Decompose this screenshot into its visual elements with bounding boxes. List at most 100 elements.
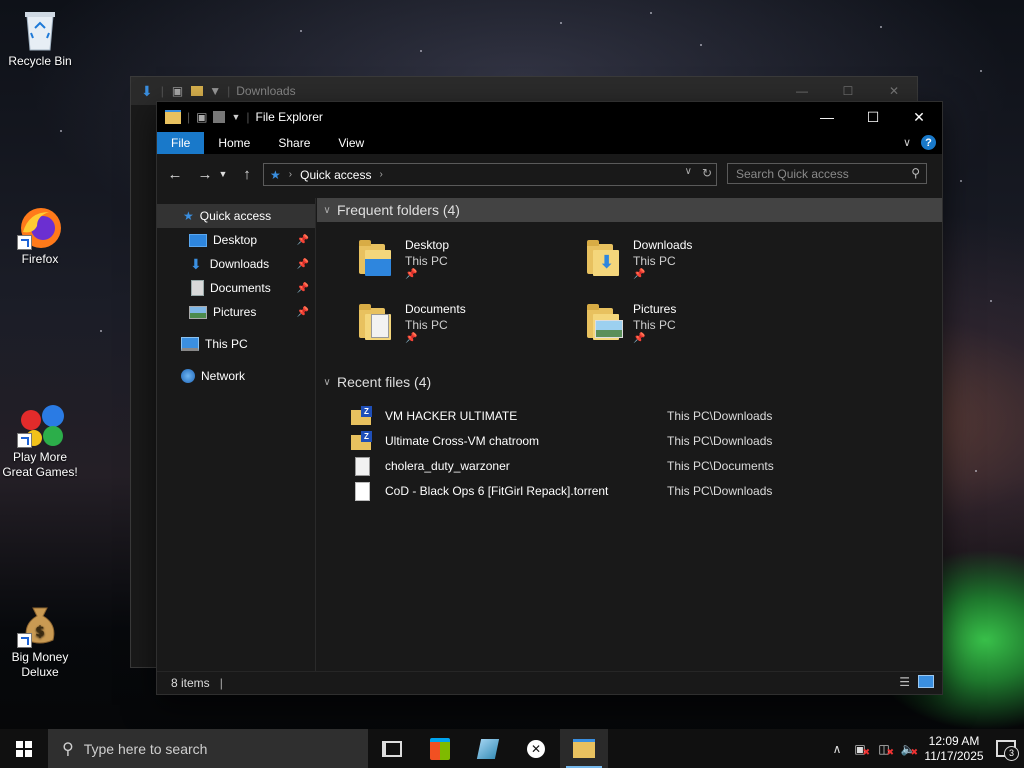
address-dropdown-chevron-icon[interactable]: ∨ [685,166,692,180]
navigation-bar: ← → ▼ ↑ ★ › Quick access › ∨ ↻ Search Qu… [157,154,942,194]
collapse-chevron-icon[interactable]: ∨ [317,377,337,388]
zip-folder-icon: Z [351,405,373,426]
pin-icon: 📌 [405,333,418,344]
frequent-folder-downloads[interactable]: ⬇ Downloads This PC 📌 [585,234,785,290]
desktop-icon-label: Firefox [21,252,59,266]
folder-icon [165,110,181,124]
new-folder-button[interactable] [213,111,226,123]
network-disconnected-icon[interactable]: ◫ ✖ [872,742,896,757]
pin-icon[interactable]: 📌 [297,283,309,294]
show-hidden-icons-chevron-icon[interactable]: ∧ [826,742,848,756]
close-button[interactable]: ✕ [896,102,942,132]
content-pane: ∨ Frequent folders (4) Desktop This PC 📌… [317,198,942,672]
nav-item-downloads[interactable]: ⬇ Downloads 📌 [157,252,315,276]
clock[interactable]: 12:09 AM 11/17/2025 [920,734,988,764]
back-arrow-icon[interactable]: ← [163,166,187,183]
pin-icon[interactable]: 📌 [297,235,309,246]
folder-name: Downloads [633,238,693,252]
desktop-folder-icon [357,238,399,278]
forward-arrow-icon[interactable]: → [193,166,217,183]
start-button[interactable] [0,729,48,768]
search-box[interactable]: Search Quick access ⚲ [727,163,927,184]
frequent-folders-header[interactable]: ∨ Frequent folders (4) [317,198,942,222]
title-bar[interactable]: | ▣ ▼ | File Explorer — ☐ ✕ [157,102,942,132]
file-name: Ultimate Cross-VM chatroom [385,433,540,448]
breadcrumb-separator-icon: › [379,169,383,180]
file-path: This PC\Downloads [667,433,773,448]
tab-home[interactable]: Home [204,132,264,154]
details-view-icon[interactable]: ☰ [899,675,910,689]
recent-file-row[interactable]: cholera_duty_warzoner This PC\Documents [317,453,937,478]
volume-muted-icon[interactable]: 🔈 ✖ [896,742,920,757]
pin-icon[interactable]: 📌 [297,307,309,318]
frequent-folder-pictures[interactable]: Pictures This PC 📌 [585,298,785,354]
minimize-button[interactable]: — [804,102,850,132]
large-icons-view-icon[interactable] [918,675,934,688]
tab-file[interactable]: File [157,132,205,154]
file-path: This PC\Documents [667,458,774,473]
tab-share[interactable]: Share [264,132,324,154]
this-pc-icon [181,337,199,351]
file-explorer-window[interactable]: | ▣ ▼ | File Explorer — ☐ ✕ File Home Sh… [156,101,943,695]
background-window-edge [131,105,157,667]
recent-locations-chevron-icon[interactable]: ▼ [217,169,229,179]
pin-icon[interactable]: 📌 [297,259,309,270]
frequent-folder-desktop[interactable]: Desktop This PC 📌 [357,234,557,290]
documents-icon [191,280,204,296]
nav-item-desktop[interactable]: Desktop 📌 [157,228,315,252]
address-bar[interactable]: ★ › Quick access › ∨ ↻ [263,163,717,186]
folder-location: This PC [405,254,448,268]
taskbar-search-box[interactable]: ⚲ Type here to search [48,729,368,768]
taskbar-file-explorer[interactable] [560,729,608,768]
help-icon[interactable]: ? [921,135,936,150]
search-placeholder: Type here to search [83,740,208,757]
recent-files-header[interactable]: ∨ Recent files (4) [317,370,942,394]
nav-item-pictures[interactable]: Pictures 📌 [157,300,315,324]
nav-item-network[interactable]: Network [157,364,315,388]
maximize-button[interactable]: ☐ [850,102,896,132]
expand-ribbon-chevron-icon[interactable]: ∨ [903,136,911,149]
task-view-button[interactable] [368,729,416,768]
search-icon: ⚲ [911,166,920,180]
desktop-icon-recycle-bin[interactable]: Recycle Bin [0,8,80,69]
pin-icon: 📌 [405,269,418,280]
breadcrumb-separator-icon: › [288,169,293,180]
nav-item-quick-access[interactable]: ★ Quick access [157,204,315,228]
action-center-button[interactable]: 3 [988,729,1024,768]
group-title: Recent files (4) [337,374,432,390]
taskbar-store[interactable] [416,729,464,768]
nav-item-label: Documents [210,281,271,295]
taskbar-xbox[interactable]: ✕ [512,729,560,768]
frequent-folder-documents[interactable]: Documents This PC 📌 [357,298,557,354]
up-arrow-icon[interactable]: ↑ [235,166,259,183]
recent-file-row[interactable]: Z Ultimate Cross-VM chatroom This PC\Dow… [317,428,937,453]
nav-item-this-pc[interactable]: This PC [157,332,315,356]
down-arrow-icon: ⬇ [141,82,153,99]
collapse-chevron-icon[interactable]: ∨ [317,205,337,216]
pane-splitter[interactable] [315,198,316,672]
tab-view[interactable]: View [324,132,378,154]
desktop-icon-label: Recycle Bin [8,54,72,68]
nav-item-documents[interactable]: Documents 📌 [157,276,315,300]
breadcrumb-quick-access[interactable]: Quick access [300,168,371,182]
store-icon [430,737,450,760]
app-tile-icon [476,738,500,759]
desktop-icon-play-more-games[interactable]: Play More Great Games! [0,404,80,480]
desktop-icon-big-money[interactable]: $ Big Money Deluxe [0,604,80,680]
desktop-icon [189,233,207,247]
windows-logo-icon [16,740,32,757]
desktop-icon-firefox[interactable]: Firefox [0,206,80,267]
zip-folder-icon: Z [351,430,373,451]
refresh-icon[interactable]: ↻ [702,166,712,180]
recent-file-row[interactable]: CoD - Black Ops 6 [FitGirl Repack].torre… [317,478,937,503]
properties-button[interactable]: ▣ [196,110,207,124]
recent-file-row[interactable]: Z VM HACKER ULTIMATE This PC\Downloads [317,403,937,428]
customize-quick-access-button[interactable]: ▼ [231,112,240,122]
folder-location: This PC [633,254,676,268]
clock-date: 11/17/2025 [924,748,984,763]
quick-access-star-icon: ★ [270,167,281,182]
taskbar-app-unknown[interactable] [464,729,512,768]
nav-item-label: Pictures [213,305,257,319]
window-title: File Explorer [255,110,323,124]
security-warning-icon[interactable]: ▣ ✖ [848,742,872,757]
